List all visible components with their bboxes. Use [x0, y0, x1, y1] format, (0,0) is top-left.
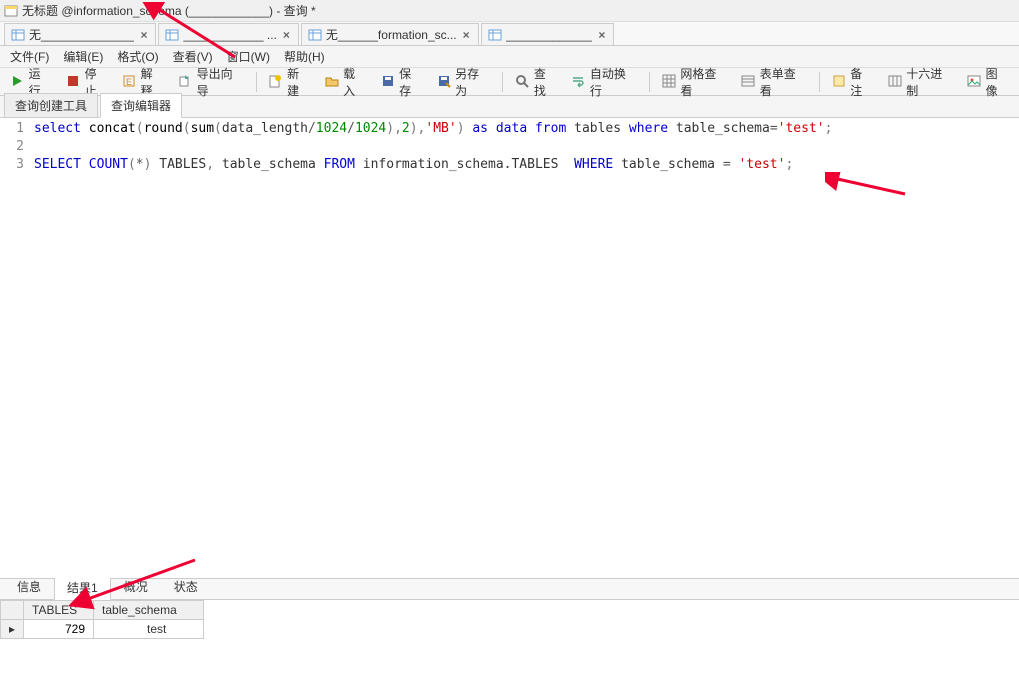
btn-label: 备注 [850, 65, 873, 99]
new-icon [268, 74, 284, 90]
svg-text:E: E [126, 77, 132, 87]
close-icon[interactable]: × [138, 28, 149, 42]
btn-label: 表单查看 [760, 65, 807, 99]
image-button[interactable]: 图像 [961, 62, 1015, 102]
image-icon [967, 74, 983, 90]
redacted-text [102, 624, 147, 636]
save-as-icon [437, 74, 453, 90]
hex-button[interactable]: 十六进制 [882, 62, 959, 102]
table-icon [11, 28, 25, 42]
tab-query-builder[interactable]: 查询创建工具 [4, 93, 98, 117]
column-header[interactable]: TABLES [24, 601, 94, 620]
result-grid-panel: TABLES table_schema ▸ 729 test [0, 600, 1019, 639]
toolbar: 运行 停止 E解释 导出向导 新建 载入 保存 另存为 查找 自动换行 网格查看… [0, 68, 1019, 96]
play-icon [10, 74, 26, 90]
window-title-bar: 无标题 @information_schema (____________) -… [0, 0, 1019, 22]
wrap-button[interactable]: 自动换行 [565, 62, 642, 102]
row-selector-header [1, 601, 24, 620]
load-button[interactable]: 载入 [319, 62, 373, 102]
grid-view-button[interactable]: 网格查看 [656, 62, 733, 102]
btn-label: 十六进制 [906, 65, 953, 99]
document-tab-strip: 无______________ × ____________ ... × 无__… [0, 22, 1019, 46]
stop-icon [66, 74, 82, 90]
cell-table-schema[interactable]: test [94, 620, 204, 639]
note-icon [832, 74, 848, 90]
btn-label: 另存为 [455, 65, 490, 99]
line-gutter: 1 2 3 [0, 118, 30, 578]
btn-label: 查找 [534, 65, 557, 99]
line-number: 2 [0, 138, 24, 156]
line-number: 3 [0, 156, 24, 174]
grid-icon [662, 74, 678, 90]
tab-label: 无______formation_sc... [326, 26, 457, 43]
toolbar-separator [819, 72, 820, 92]
tab-label: 无______________ [29, 26, 134, 43]
btn-label: 网格查看 [680, 65, 727, 99]
column-header[interactable]: table_schema [94, 601, 204, 620]
close-icon[interactable]: × [461, 28, 472, 42]
toolbar-separator [256, 72, 257, 92]
close-icon[interactable]: × [281, 28, 292, 42]
code-content[interactable]: select concat(round(sum(data_length/1024… [30, 118, 1019, 578]
result-grid[interactable]: TABLES table_schema ▸ 729 test [0, 600, 204, 639]
sql-editor[interactable]: 1 2 3 select concat(round(sum(data_lengt… [0, 118, 1019, 578]
grid-data-row[interactable]: ▸ 729 test [1, 620, 204, 639]
export-icon [178, 74, 194, 90]
explain-icon: E [122, 74, 138, 90]
notes-button[interactable]: 备注 [826, 62, 880, 102]
close-icon[interactable]: × [596, 28, 607, 42]
form-icon [741, 74, 757, 90]
export-wizard-button[interactable]: 导出向导 [172, 62, 249, 102]
current-row-indicator-icon: ▸ [1, 620, 24, 639]
save-as-button[interactable]: 另存为 [431, 62, 497, 102]
document-tab[interactable]: _____________ × [481, 23, 615, 45]
new-button[interactable]: 新建 [262, 62, 316, 102]
open-icon [325, 74, 341, 90]
grid-header-row: TABLES table_schema [1, 601, 204, 620]
code-line: select concat(round(sum(data_length/1024… [34, 120, 1015, 138]
btn-label: 载入 [343, 65, 366, 99]
app-icon [4, 4, 18, 18]
document-tab[interactable]: 无______________ × [4, 23, 156, 45]
toolbar-separator [502, 72, 503, 92]
save-icon [381, 74, 397, 90]
tab-result1[interactable]: 结果1 [54, 575, 111, 600]
table-icon [488, 28, 502, 42]
document-tab[interactable]: ____________ ... × [158, 23, 298, 45]
btn-label: 保存 [399, 65, 422, 99]
save-button[interactable]: 保存 [375, 62, 429, 102]
cell-tables[interactable]: 729 [24, 620, 94, 639]
btn-label: 图像 [986, 65, 1009, 99]
btn-label: 自动换行 [590, 65, 637, 99]
document-tab[interactable]: 无______formation_sc... × [301, 23, 479, 45]
table-icon [308, 28, 322, 42]
wrap-icon [571, 74, 587, 90]
find-button[interactable]: 查找 [509, 62, 563, 102]
form-view-button[interactable]: 表单查看 [735, 62, 812, 102]
result-tab-strip: 信息 结果1 概况 状态 [0, 578, 1019, 600]
toolbar-separator [649, 72, 650, 92]
search-icon [515, 74, 531, 90]
window-title: 无标题 @information_schema (____________) -… [22, 2, 316, 19]
cell-value: test [147, 622, 166, 636]
tab-label: _____________ [506, 28, 593, 42]
code-line [34, 138, 1015, 156]
table-icon [165, 28, 179, 42]
tab-label: ____________ ... [183, 28, 276, 42]
btn-label: 新建 [287, 65, 310, 99]
btn-label: 导出向导 [197, 65, 244, 99]
tab-query-editor[interactable]: 查询编辑器 [100, 93, 182, 118]
line-number: 1 [0, 120, 24, 138]
hex-icon [888, 74, 904, 90]
code-line: SELECT COUNT(*) TABLES, table_schema FRO… [34, 156, 1015, 174]
